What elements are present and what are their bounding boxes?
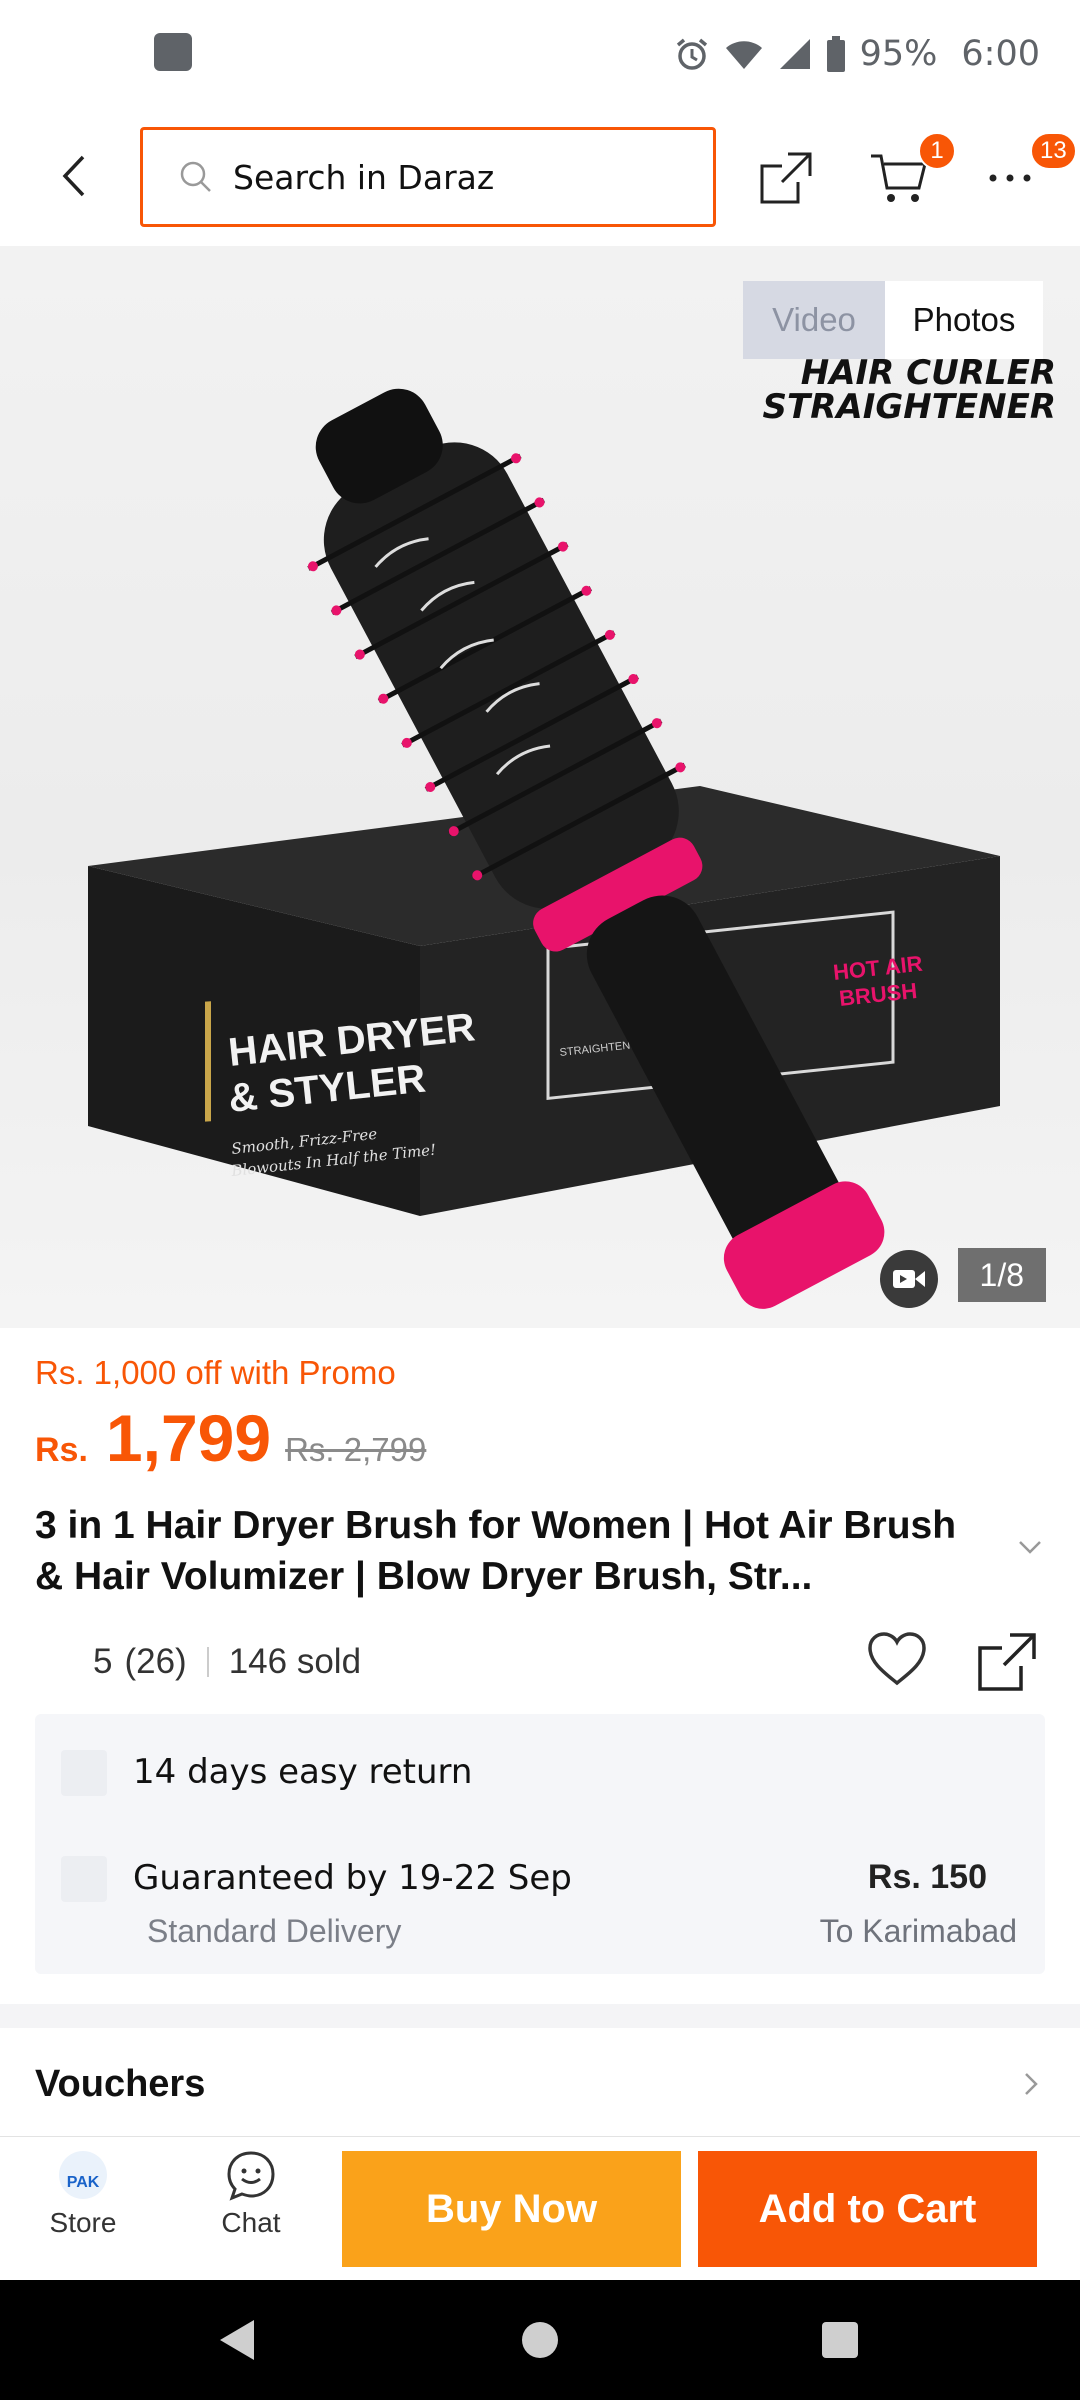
image-counter: 1/8 bbox=[957, 1248, 1046, 1302]
nav-recents-icon[interactable] bbox=[822, 2322, 858, 2358]
battery-percent: 95% bbox=[859, 34, 938, 74]
video-play-button[interactable] bbox=[880, 1250, 938, 1308]
chevron-right-icon bbox=[1025, 2073, 1038, 2095]
nav-home-icon[interactable] bbox=[522, 2322, 558, 2358]
tab-video[interactable]: Video bbox=[743, 281, 885, 359]
clock: 6:00 bbox=[961, 34, 1040, 74]
vouchers-arrow bbox=[1024, 2072, 1038, 2101]
bottom-action-bar: PAK Store Chat Buy Now Add to Cart bbox=[0, 2136, 1080, 2280]
divider bbox=[206, 1647, 209, 1677]
search-icon bbox=[180, 161, 211, 192]
image-caption: HAIR CURLER STRAIGHTENER bbox=[763, 356, 1056, 424]
chevron-left-icon bbox=[62, 155, 85, 197]
service-card[interactable]: 14 days easy return Guaranteed by 19-22 … bbox=[35, 1714, 1045, 1974]
heart-icon bbox=[868, 1632, 926, 1686]
return-policy: 14 days easy return bbox=[133, 1752, 473, 1792]
chat-icon bbox=[227, 2151, 275, 2201]
battery-icon bbox=[826, 36, 845, 72]
top-header: 1 13 bbox=[0, 106, 1080, 246]
delivery-fee: Rs. 150 bbox=[867, 1858, 987, 1896]
product-title[interactable]: 3 in 1 Hair Dryer Brush for Women | Hot … bbox=[35, 1500, 995, 1602]
delivery-type: Standard Delivery bbox=[147, 1913, 402, 1949]
chat-label: Chat bbox=[221, 2207, 281, 2238]
image-caption-line-2: STRAIGHTENER bbox=[762, 387, 1056, 427]
review-count: (26) bbox=[124, 1642, 187, 1681]
rating-row[interactable]: 5 (26) 146 sold bbox=[35, 1632, 361, 1692]
delivery-icon bbox=[61, 1856, 107, 1902]
share-icon bbox=[760, 152, 812, 204]
more-button[interactable]: 13 bbox=[978, 132, 1077, 210]
section-divider bbox=[0, 2004, 1080, 2028]
share-button[interactable] bbox=[754, 146, 818, 210]
cart-badge: 1 bbox=[918, 132, 956, 170]
nav-back-icon[interactable] bbox=[218, 2318, 256, 2362]
expand-title-button[interactable] bbox=[1018, 1540, 1042, 1559]
vouchers-label: Vouchers bbox=[35, 2063, 206, 2105]
chevron-down-icon bbox=[1019, 1541, 1041, 1554]
wifi-icon bbox=[725, 41, 762, 69]
original-price: Rs. 2,799 bbox=[285, 1431, 427, 1468]
delivery-guarantee: Guaranteed by 19-22 Sep bbox=[133, 1858, 572, 1898]
more-dots-icon bbox=[989, 174, 1031, 182]
search-bar[interactable] bbox=[140, 127, 716, 227]
more-badge: 13 bbox=[1030, 132, 1077, 170]
promo-text[interactable]: Rs. 1,000 off with Promo bbox=[35, 1354, 396, 1392]
store-button[interactable]: PAK Store bbox=[23, 2149, 143, 2239]
search-input[interactable] bbox=[233, 157, 653, 197]
share-product-button[interactable] bbox=[976, 1631, 1038, 1698]
signal-icon bbox=[779, 39, 810, 69]
cart-button[interactable]: 1 bbox=[866, 132, 956, 210]
wishlist-button[interactable] bbox=[866, 1631, 928, 1692]
video-camera-icon bbox=[893, 1270, 925, 1288]
cart-icon bbox=[871, 154, 927, 202]
rating-value: 5 bbox=[93, 1642, 113, 1681]
price-currency: Rs. bbox=[35, 1431, 88, 1469]
back-button[interactable] bbox=[46, 148, 102, 204]
delivery-location: To Karimabad bbox=[819, 1913, 1017, 1949]
status-bar: 95% 6:00 bbox=[0, 0, 1080, 106]
price-value: 1,799 bbox=[105, 1401, 272, 1475]
media-toggle: Video Photos bbox=[743, 281, 1043, 359]
share-icon bbox=[978, 1633, 1036, 1691]
tab-photos[interactable]: Photos bbox=[885, 281, 1043, 359]
return-icon bbox=[61, 1750, 107, 1796]
alarm-icon bbox=[676, 38, 707, 70]
store-logo-icon: PAK bbox=[59, 2151, 107, 2199]
store-logo-text: PAK bbox=[67, 2174, 100, 2191]
store-label: Store bbox=[49, 2207, 117, 2238]
chat-button[interactable]: Chat bbox=[191, 2149, 311, 2239]
notification-square-icon bbox=[154, 33, 192, 71]
product-gallery[interactable]: HAIR DRYER & STYLER Smooth, Frizz-Free B… bbox=[0, 246, 1080, 1328]
add-to-cart-button[interactable]: Add to Cart bbox=[698, 2151, 1037, 2267]
price-row: Rs. 1,799 Rs. 2,799 bbox=[35, 1400, 426, 1476]
sold-count: 146 sold bbox=[228, 1642, 362, 1681]
buy-now-button[interactable]: Buy Now bbox=[342, 2151, 681, 2267]
image-caption-line-1: HAIR CURLER bbox=[800, 353, 1056, 393]
vouchers-row[interactable]: Vouchers bbox=[0, 2028, 1080, 2138]
system-nav-bar bbox=[0, 2280, 1080, 2400]
